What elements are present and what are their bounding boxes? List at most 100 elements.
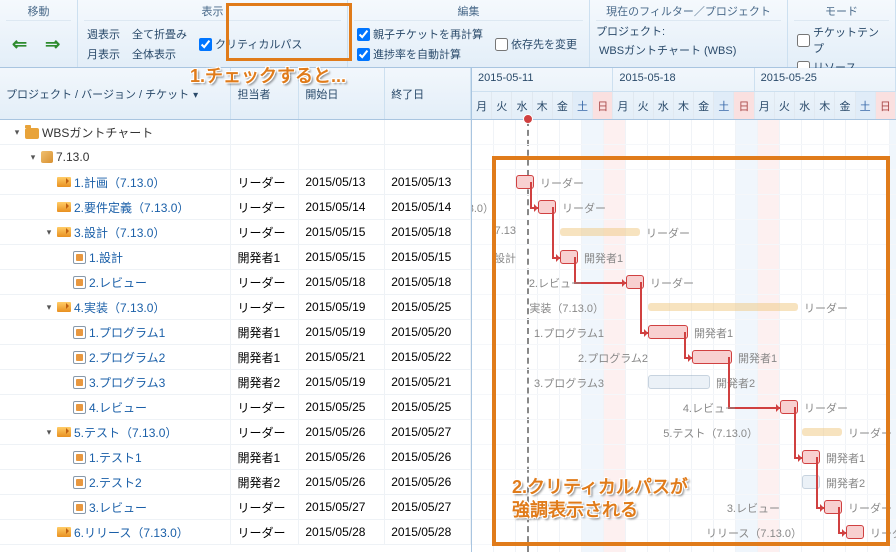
node-label[interactable]: 2.テスト2 bbox=[89, 474, 142, 491]
grid-header-assignee[interactable]: 担当者 bbox=[231, 68, 299, 119]
gantt-bar[interactable] bbox=[802, 428, 842, 436]
node-label[interactable]: 3.プログラム3 bbox=[89, 374, 165, 391]
nav-next-button[interactable]: ⇒ bbox=[39, 34, 66, 55]
node-label[interactable]: 4.実装（7.13.0） bbox=[74, 299, 165, 316]
gantt-row: 開発者12.プログラム2 bbox=[472, 345, 896, 370]
node-label[interactable]: 1.テスト1 bbox=[89, 449, 142, 466]
table-row[interactable]: 2.要件定義（7.13.0） リーダー 2015/05/14 2015/05/1… bbox=[0, 195, 471, 220]
cell-start: 2015/05/26 bbox=[299, 445, 385, 469]
cell-end: 2015/05/15 bbox=[385, 245, 471, 269]
cell-assignee: 開発者2 bbox=[231, 470, 299, 494]
table-row[interactable]: 3.レビュー リーダー 2015/05/27 2015/05/27 bbox=[0, 495, 471, 520]
gantt-day-label: 日 bbox=[876, 92, 896, 119]
tree-toggle[interactable]: ▾ bbox=[44, 302, 54, 313]
gantt-bar[interactable] bbox=[692, 350, 732, 364]
cell-end: 2015/05/22 bbox=[385, 345, 471, 369]
grid-header-end[interactable]: 終了日 bbox=[385, 68, 471, 119]
gantt-bar-label: 開発者2 bbox=[826, 475, 865, 491]
node-label[interactable]: 4.レビュー bbox=[89, 399, 147, 416]
month-view-button[interactable]: 月表示 bbox=[84, 45, 123, 63]
sub-icon bbox=[73, 351, 86, 364]
cell-assignee: リーダー bbox=[231, 170, 299, 194]
gantt-day-label: 日 bbox=[734, 92, 754, 119]
task-icon bbox=[57, 177, 71, 187]
gantt-bar-left-label: 3.プログラム3 bbox=[534, 375, 604, 391]
cell-start: 2015/05/21 bbox=[299, 345, 385, 369]
grid-header: プロジェクト / バージョン / チケット 担当者 開始日 終了日 bbox=[0, 68, 471, 120]
table-row[interactable]: ▾ WBSガントチャート bbox=[0, 120, 471, 145]
critical-path-input[interactable] bbox=[199, 38, 212, 51]
node-label[interactable]: 2.レビュー bbox=[89, 274, 147, 291]
gantt-day-label: 土 bbox=[573, 92, 593, 119]
left-panel: プロジェクト / バージョン / チケット 担当者 開始日 終了日 ▾ WBSガ… bbox=[0, 68, 472, 552]
cell-start: 2015/05/19 bbox=[299, 370, 385, 394]
recalc-parent-checkbox[interactable]: 親子チケットを再計算 bbox=[354, 25, 486, 43]
cell-end: 2015/05/20 bbox=[385, 320, 471, 344]
node-label[interactable]: 1.プログラム1 bbox=[89, 324, 165, 341]
sub-icon bbox=[73, 276, 86, 289]
node-label[interactable]: 2.要件定義（7.13.0） bbox=[74, 199, 189, 216]
table-row[interactable]: ▾ 5.テスト（7.13.0） リーダー 2015/05/26 2015/05/… bbox=[0, 420, 471, 445]
gantt-bar-label: 開発者1 bbox=[738, 350, 777, 366]
table-row[interactable]: 1.計画（7.13.0） リーダー 2015/05/13 2015/05/13 bbox=[0, 170, 471, 195]
grid-header-tree[interactable]: プロジェクト / バージョン / チケット bbox=[6, 86, 198, 102]
table-row[interactable]: 2.テスト2 開発者2 2015/05/26 2015/05/26 bbox=[0, 470, 471, 495]
gantt-bar[interactable] bbox=[846, 525, 864, 539]
table-row[interactable]: ▾ 3.設計（7.13.0） リーダー 2015/05/15 2015/05/1… bbox=[0, 220, 471, 245]
task-icon bbox=[57, 202, 71, 212]
gantt-row: リーダーリリース（7.13.0） bbox=[472, 520, 896, 545]
node-label[interactable]: 3.レビュー bbox=[89, 499, 147, 516]
node-label[interactable]: 1.設計 bbox=[89, 249, 123, 266]
tree-toggle[interactable]: ▾ bbox=[28, 152, 38, 163]
gantt-bar[interactable] bbox=[560, 228, 640, 236]
table-row[interactable]: 4.レビュー リーダー 2015/05/25 2015/05/25 bbox=[0, 395, 471, 420]
gantt-body[interactable]: リーダー リーダー13.0）リーダー7.13 開発者1設計 リーダー2.レビュー… bbox=[472, 120, 896, 552]
cell-start: 2015/05/15 bbox=[299, 245, 385, 269]
expand-all-button[interactable]: 全体表示 bbox=[129, 45, 190, 63]
table-row[interactable]: 2.レビュー リーダー 2015/05/18 2015/05/18 bbox=[0, 270, 471, 295]
node-label[interactable]: 5.テスト（7.13.0） bbox=[74, 424, 177, 441]
table-row[interactable]: 1.テスト1 開発者1 2015/05/26 2015/05/26 bbox=[0, 445, 471, 470]
gantt-week-row: 2015-05-112015-05-182015-05-25 bbox=[472, 68, 896, 92]
auto-progress-checkbox[interactable]: 進捗率を自動計算 bbox=[354, 45, 486, 63]
week-view-button[interactable]: 週表示 bbox=[84, 25, 123, 43]
gantt-bar-label: リーダー bbox=[848, 425, 892, 441]
gantt-bar-label: リーダー bbox=[804, 300, 848, 316]
sub-icon bbox=[73, 476, 86, 489]
table-row[interactable]: 1.プログラム1 開発者1 2015/05/19 2015/05/20 bbox=[0, 320, 471, 345]
cell-end: 2015/05/18 bbox=[385, 220, 471, 244]
gantt-bar[interactable] bbox=[648, 325, 688, 339]
tree-toggle[interactable]: ▾ bbox=[12, 127, 22, 138]
table-row[interactable]: 2.プログラム2 開発者1 2015/05/21 2015/05/22 bbox=[0, 345, 471, 370]
gantt-bar-label: リーダー bbox=[848, 500, 892, 516]
table-row[interactable]: 3.プログラム3 開発者2 2015/05/19 2015/05/21 bbox=[0, 370, 471, 395]
gantt-bar-label: 開発者1 bbox=[694, 325, 733, 341]
node-label[interactable]: 2.プログラム2 bbox=[89, 349, 165, 366]
node-label: WBSガントチャート bbox=[42, 124, 153, 141]
gantt-row: リーダー7.13 bbox=[472, 220, 896, 245]
collapse-all-button[interactable]: 全て折畳み bbox=[129, 25, 190, 43]
grid-header-start[interactable]: 開始日 bbox=[299, 68, 385, 119]
ticket-template-checkbox[interactable]: チケットテンプ bbox=[794, 23, 889, 57]
gantt-bar[interactable] bbox=[648, 375, 710, 389]
tree-toggle[interactable]: ▾ bbox=[44, 427, 54, 438]
nav-prev-button[interactable]: ⇐ bbox=[6, 34, 33, 55]
gantt-bar[interactable] bbox=[648, 303, 798, 311]
gantt-day-label: 木 bbox=[674, 92, 694, 119]
change-dep-checkbox[interactable]: 依存先を変更 bbox=[492, 35, 580, 53]
section-display-title: 表示 bbox=[84, 2, 341, 21]
toolbar: 移動 ⇐ ⇒ 表示 週表示 月表示 全て折畳み 全体表示 クリティカルパス 編集 bbox=[0, 0, 896, 68]
project-value[interactable]: WBSガントチャート (WBS) bbox=[596, 41, 739, 59]
table-row[interactable]: 1.設計 開発者1 2015/05/15 2015/05/15 bbox=[0, 245, 471, 270]
node-label[interactable]: 6.リリース（7.13.0） bbox=[74, 524, 189, 541]
table-row[interactable]: 6.リリース（7.13.0） リーダー 2015/05/28 2015/05/2… bbox=[0, 520, 471, 545]
table-row[interactable]: ▾ 7.13.0 bbox=[0, 145, 471, 170]
critical-path-checkbox[interactable]: クリティカルパス bbox=[196, 35, 305, 53]
table-row[interactable]: ▾ 4.実装（7.13.0） リーダー 2015/05/19 2015/05/2… bbox=[0, 295, 471, 320]
tree-toggle[interactable]: ▾ bbox=[44, 227, 54, 238]
node-label[interactable]: 1.計画（7.13.0） bbox=[74, 174, 165, 191]
cell-start: 2015/05/13 bbox=[299, 170, 385, 194]
cell-start: 2015/05/14 bbox=[299, 195, 385, 219]
cell-start: 2015/05/15 bbox=[299, 220, 385, 244]
node-label[interactable]: 3.設計（7.13.0） bbox=[74, 224, 165, 241]
